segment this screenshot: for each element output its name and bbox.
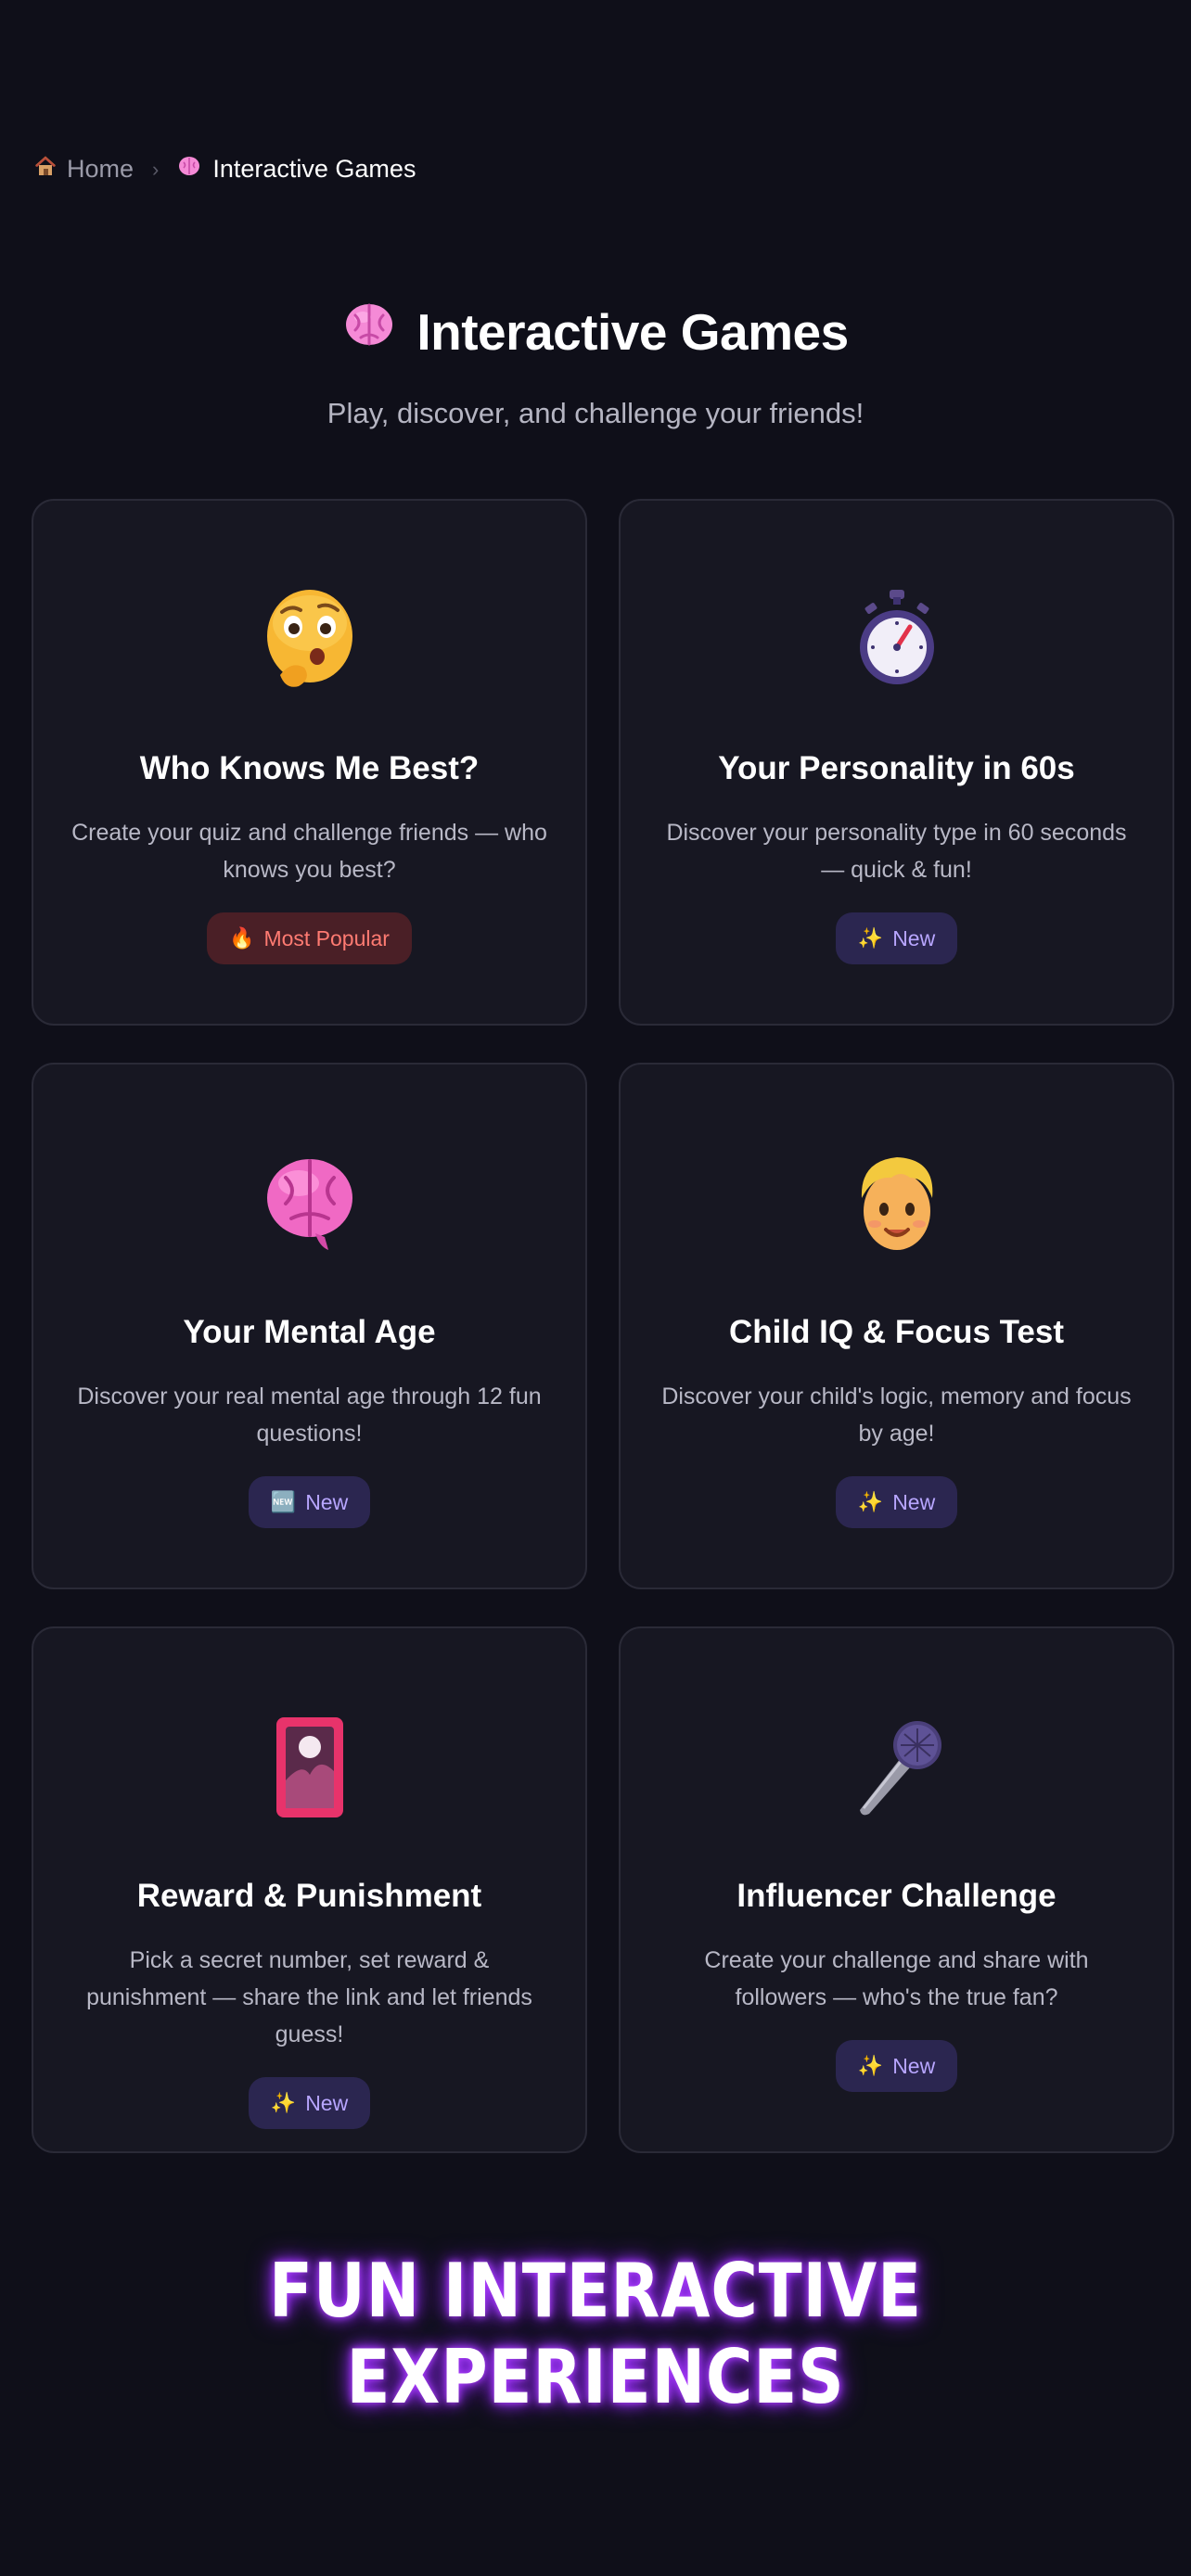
fire-icon: 🔥 [229,926,255,950]
games-grid: Who Knows Me Best? Create your quiz and … [32,499,1176,2153]
game-card-who-knows-me-best[interactable]: Who Knows Me Best? Create your quiz and … [32,499,587,1026]
child-face-icon [839,1146,954,1261]
status-badge: ✨ New [835,912,958,964]
house-icon [33,154,58,185]
thinking-face-icon [252,582,367,697]
breadcrumb-home-label: Home [67,155,134,183]
breadcrumb-current-label: Interactive Games [212,155,416,183]
breadcrumb-home[interactable]: Home [33,154,134,185]
promo-tagline: FUN INTERACTIVE EXPERIENCES [269,2248,922,2420]
new-button-icon: 🆕 [270,1490,297,1514]
brain-icon [177,154,201,185]
playing-card-icon [252,1710,367,1825]
card-description: Discover your child's logic, memory and … [661,1384,1132,1447]
card-title: Influencer Challenge [736,1878,1057,1914]
page-title: Interactive Games [0,299,1191,364]
brain-icon [342,299,396,364]
status-badge: ✨ New [248,2077,371,2129]
badge-label: New [892,1489,936,1514]
brain-icon [252,1146,367,1261]
game-card-influencer-challenge[interactable]: Influencer Challenge Create your challen… [619,1626,1174,2153]
card-title: Your Personality in 60s [718,750,1075,786]
status-badge: ✨ New [835,2040,958,2092]
game-card-personality-60s[interactable]: Your Personality in 60s Discover your pe… [619,499,1174,1026]
badge-label: New [892,2053,936,2078]
card-description: Discover your personality type in 60 sec… [666,820,1127,883]
sparkles-icon: ✨ [857,926,884,950]
badge-label: New [305,2090,349,2115]
card-description: Create your quiz and challenge friends —… [71,820,547,883]
breadcrumb-separator: › [152,157,160,181]
card-title: Reward & Punishment [136,1878,482,1914]
card-title: Child IQ & Focus Test [728,1314,1065,1350]
badge-label: Most Popular [263,925,390,950]
sparkles-icon: ✨ [270,2091,297,2115]
card-description: Create your challenge and share with fol… [704,1947,1089,2010]
game-card-mental-age[interactable]: Your Mental Age Discover your real menta… [32,1063,587,1589]
page: Home › Interactive Games Interactive Gam… [0,0,1191,2576]
breadcrumb-current: Interactive Games [177,154,416,185]
microphone-icon [839,1710,954,1825]
badge-label: New [305,1489,349,1514]
card-description: Pick a secret number, set reward & punis… [86,1947,532,2047]
sparkles-icon: ✨ [857,2054,884,2078]
badge-label: New [892,925,936,950]
game-card-reward-punishment[interactable]: Reward & Punishment Pick a secret number… [32,1626,587,2153]
status-badge: 🔥 Most Popular [207,912,412,964]
breadcrumb: Home › Interactive Games [33,154,416,185]
page-subtitle: Play, discover, and challenge your frien… [327,397,864,429]
stopwatch-icon [839,582,954,697]
game-card-child-iq[interactable]: Child IQ & Focus Test Discover your chil… [619,1063,1174,1589]
status-badge: ✨ New [835,1476,958,1528]
card-description: Discover your real mental age through 12… [77,1384,542,1447]
status-badge: 🆕 New [248,1476,371,1528]
sparkles-icon: ✨ [857,1490,884,1514]
page-title-text: Interactive Games [416,302,849,361]
card-title: Who Knows Me Best? [139,750,480,786]
card-title: Your Mental Age [183,1314,436,1350]
